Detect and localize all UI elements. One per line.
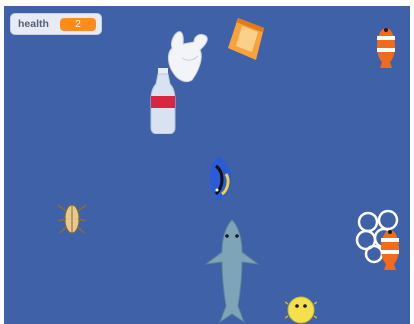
health-value: 2 [60,18,96,31]
game-stage[interactable]: health 2 [4,6,410,324]
clownfish-icon [381,230,399,270]
clownfish-icon [377,28,395,68]
blue-tang-fish-icon [209,156,232,202]
pufferfish-icon [285,296,317,324]
shark-icon[interactable] [204,218,260,324]
chip-bag-icon [228,18,264,60]
plastic-bottle-icon [150,68,176,134]
shrimp-icon [57,204,87,234]
health-label: health [18,18,49,30]
health-monitor: health 2 [10,13,102,35]
